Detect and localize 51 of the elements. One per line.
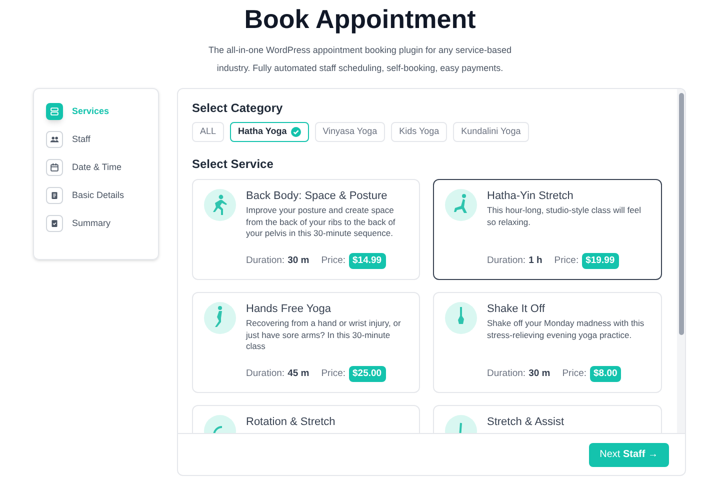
clipboard-check-icon	[49, 218, 60, 229]
category-chip[interactable]: Hatha Yoga	[230, 122, 309, 142]
check-icon	[290, 127, 301, 137]
service-card[interactable]: Hatha-Yin Stretch This hour-long, studio-style class will feel so relaxing. Duration: 1 h Price: $19.99	[433, 179, 662, 280]
page-subtitle: The all-in-one WordPress appointment booking plugin for any service-based industry. Fully automated staff scheduling, self-booking, easy payments.	[208, 44, 512, 75]
list-icon	[49, 106, 60, 117]
people-icon	[49, 134, 60, 145]
service-description: Improve your posture and create space from the back of your ribs to the back of your pelvis in this 30-minute sequence.	[246, 205, 396, 240]
service-name: Shake It Off	[487, 302, 546, 316]
step-label[interactable]: Date & Time	[72, 160, 122, 174]
duration-value: 30 m	[288, 254, 310, 268]
document-icon	[49, 190, 60, 201]
price-tag: $14.99	[348, 252, 386, 269]
category-chip[interactable]: Kundalini Yoga	[453, 122, 529, 142]
category-chip[interactable]: ALL	[192, 122, 224, 142]
service-card[interactable]: Shake It Off Shake off your Monday madness with this stress-relieving evening yoga practice. Duration: 30 m Price: $8.00	[433, 292, 662, 393]
category-chip[interactable]: Kids Yoga	[391, 122, 448, 142]
step-label[interactable]: Basic Details	[72, 188, 124, 202]
duration-label: Duration:	[487, 366, 526, 381]
price-label: Price:	[554, 254, 579, 268]
page-title: Book Appointment	[244, 6, 476, 32]
service-description: Recovering from a hand or wrist injury, or just have sore arms? In this 30-minute class	[246, 318, 402, 352]
duration-value: 1 h	[528, 254, 542, 268]
step-label[interactable]: Summary	[72, 216, 111, 230]
price-tag: $8.00	[590, 366, 622, 382]
price-label: Price:	[321, 254, 346, 268]
section-heading: Select Category	[192, 100, 284, 117]
duration-label: Duration:	[487, 254, 526, 268]
price-tag: $25.00	[348, 366, 386, 382]
price-label: Price:	[562, 366, 587, 381]
service-card[interactable]: Hands Free Yoga Recovering from a hand or wrist injury, or just have sore arms? In this 30-minute class Duration: 45 m Price: $25.00	[192, 292, 420, 393]
price-label: Price:	[321, 366, 346, 381]
service-name: Stretch & Assist	[487, 415, 566, 429]
price-tag: $19.99	[582, 252, 619, 269]
service-card[interactable]: Back Body: Space & Posture Improve your posture and create space from the back of your ribs to the back of your pelvis in this 30-minute sequence. Duration: 30 m Price: $14.99	[192, 179, 420, 280]
service-name: Hands Free Yoga	[246, 302, 332, 316]
duration-value: 30 m	[528, 366, 550, 381]
service-description: This hour-long, studio-style class will feel so relaxing.	[487, 205, 642, 228]
service-name: Rotation & Stretch	[246, 415, 336, 429]
service-description: Shake off your Monday madness with this stress-relieving evening yoga practice.	[487, 318, 646, 341]
calendar-icon	[49, 162, 60, 173]
duration-label: Duration:	[246, 366, 285, 381]
duration-label: Duration:	[246, 254, 285, 268]
scrollbar[interactable]	[677, 89, 685, 433]
step-label[interactable]: Staff	[72, 132, 90, 146]
category-chip[interactable]: Vinyasa Yoga	[314, 122, 386, 142]
service-card[interactable]: Rotation & Stretch	[192, 405, 420, 433]
duration-value: 45 m	[288, 366, 310, 381]
section-heading: Select Service	[192, 156, 274, 173]
service-name: Hatha-Yin Stretch	[487, 189, 574, 203]
service-name: Back Body: Space & Posture	[246, 189, 388, 203]
